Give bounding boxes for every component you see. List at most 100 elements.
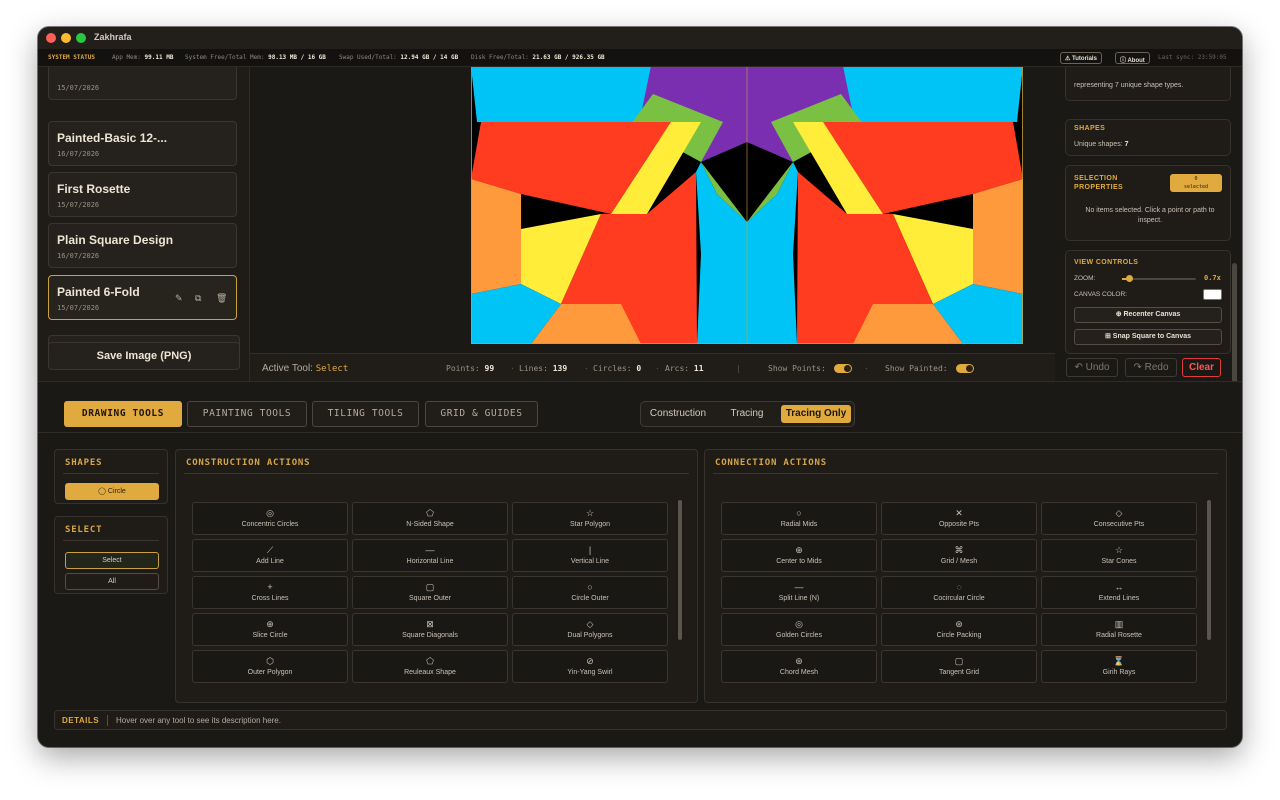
action-label: Star Cones <box>1101 558 1137 565</box>
construction-action-button[interactable]: ⬠ Reuleaux Shape <box>352 650 508 683</box>
tab-grid-guides[interactable]: GRID & GUIDES <box>425 401 538 427</box>
construction-action-button[interactable]: ▢ Square Outer <box>352 576 508 609</box>
action-icon: ⬠ <box>426 656 434 666</box>
action-label: Dual Polygons <box>567 632 613 639</box>
redo-button[interactable]: ↷ Redo <box>1125 358 1177 377</box>
trash-icon[interactable]: 🗑 <box>216 293 227 304</box>
close-window-button[interactable] <box>46 33 56 43</box>
summary-card: representing 7 unique shape types. <box>1065 67 1231 101</box>
action-icon: ☆ <box>585 508 595 518</box>
lines-count: Lines: 139 <box>519 364 568 373</box>
action-icon: ◇ <box>1115 508 1123 518</box>
separator: · <box>510 364 515 373</box>
action-label: Golden Circles <box>776 632 822 639</box>
action-label: Split Line (N) <box>778 595 820 602</box>
connection-action-button[interactable]: ⊛ Chord Mesh <box>721 650 877 683</box>
action-label: Girih Rays <box>1102 669 1136 676</box>
canvas-color-label: CANVAS COLOR: <box>1074 291 1127 298</box>
connection-action-button[interactable]: ◇ Consecutive Pts <box>1041 502 1197 535</box>
project-card[interactable]: Painted-Basic 12-... 16/07/2026 <box>48 121 237 166</box>
minimize-window-button[interactable] <box>61 33 71 43</box>
select-tool-button[interactable]: Select <box>65 552 159 569</box>
action-icon: ✕ <box>955 508 963 518</box>
connection-scrollbar[interactable] <box>1207 500 1211 640</box>
construction-action-button[interactable]: — Horizontal Line <box>352 539 508 572</box>
about-button[interactable]: ⓘ About <box>1115 52 1150 64</box>
construction-action-button[interactable]: + Cross Lines <box>192 576 348 609</box>
connection-action-button[interactable]: ✕ Opposite Pts <box>881 502 1037 535</box>
action-icon: ◌ <box>956 582 962 592</box>
construction-action-button[interactable]: ⊘ Yin-Yang Swirl <box>512 650 668 683</box>
connection-heading: CONNECTION ACTIONS <box>715 458 827 468</box>
undo-button[interactable]: ↶ Undo <box>1066 358 1118 377</box>
connection-action-button[interactable]: ▢ Tangent Grid <box>881 650 1037 683</box>
shapes-heading: SHAPES <box>1074 125 1106 132</box>
select-all-button[interactable]: All <box>65 573 159 590</box>
mode-construction[interactable]: Construction <box>644 405 712 423</box>
select-panel-heading: SELECT <box>65 525 103 535</box>
project-card[interactable]: First Rosette 15/07/2026 <box>48 172 237 217</box>
maximize-window-button[interactable] <box>76 33 86 43</box>
connection-action-button[interactable]: ↔ Extend Lines <box>1041 576 1197 609</box>
tab-drawing-tools[interactable]: DRAWING TOOLS <box>64 401 182 427</box>
construction-action-button[interactable]: ⬡ Outer Polygon <box>192 650 348 683</box>
action-icon: ◇ <box>586 619 594 629</box>
show-points-toggle[interactable] <box>834 364 852 373</box>
edit-icon[interactable]: ✎ <box>175 293 183 304</box>
divider <box>63 473 159 474</box>
zoom-slider-thumb[interactable] <box>1125 275 1133 282</box>
construction-action-button[interactable]: ☆ Star Polygon <box>512 502 668 535</box>
pattern-tile <box>471 179 521 294</box>
clear-button[interactable]: Clear <box>1182 358 1221 377</box>
connection-action-button[interactable]: ⊕ Center to Mids <box>721 539 877 572</box>
show-points-label: Show Points: <box>768 364 826 373</box>
circle-tool-button[interactable]: ◯ Circle <box>65 483 159 500</box>
construction-action-button[interactable]: ⊠ Square Diagonals <box>352 613 508 646</box>
connection-action-button[interactable]: ⌘ Grid / Mesh <box>881 539 1037 572</box>
save-image-button[interactable]: Save Image (PNG) <box>48 342 240 370</box>
construction-grid: ◎ Concentric Circles ⬠ N-Sided Shape ☆ Star P… <box>192 502 670 686</box>
construction-action-button[interactable]: ○ Circle Outer <box>512 576 668 609</box>
connection-action-button[interactable]: ◎ Golden Circles <box>721 613 877 646</box>
recenter-canvas-button[interactable]: ⊕ Recenter Canvas <box>1074 307 1222 323</box>
duplicate-icon[interactable]: ⧉ <box>195 293 201 304</box>
construction-action-button[interactable]: ◇ Dual Polygons <box>512 613 668 646</box>
action-label: Slice Circle <box>252 632 288 639</box>
project-name: First Rosette <box>57 182 131 196</box>
tutorials-button[interactable]: ⚠ Tutorials <box>1060 52 1102 64</box>
project-card[interactable]: 15/07/2026 <box>48 67 237 100</box>
mode-tracing[interactable]: Tracing <box>715 405 779 423</box>
swap-usage: Swap Used/Total: 12.94 GB / 14 GB <box>339 54 459 61</box>
construction-scrollbar[interactable] <box>678 500 682 640</box>
connection-action-button[interactable]: ⌛ Girih Rays <box>1041 650 1197 683</box>
action-icon: ⊘ <box>586 656 594 666</box>
mode-tracing-only[interactable]: Tracing Only <box>781 405 851 423</box>
connection-action-button[interactable]: ○ Radial Mids <box>721 502 877 535</box>
tool-panel: DRAWING TOOLS PAINTING TOOLS TILING TOOL… <box>38 381 1242 747</box>
construction-action-button[interactable]: ⬠ N-Sided Shape <box>352 502 508 535</box>
show-painted-toggle[interactable] <box>956 364 974 373</box>
pattern-tile <box>973 179 1023 294</box>
construction-action-button[interactable]: ◎ Concentric Circles <box>192 502 348 535</box>
tab-tiling-tools[interactable]: TILING TOOLS <box>312 401 419 427</box>
selection-heading: SELECTION <box>1074 175 1118 182</box>
connection-action-button[interactable]: ▥ Radial Rosette <box>1041 613 1197 646</box>
connection-action-button[interactable]: — Split Line (N) <box>721 576 877 609</box>
selected-count-badge: 0 selected <box>1170 174 1222 192</box>
construction-action-button[interactable]: ⟋ Add Line <box>192 539 348 572</box>
connection-action-button[interactable]: ☆ Star Cones <box>1041 539 1197 572</box>
connection-action-button[interactable]: ◌ Cocircular Circle <box>881 576 1037 609</box>
project-card[interactable]: Plain Square Design 16/07/2026 <box>48 223 237 268</box>
tab-painting-tools[interactable]: PAINTING TOOLS <box>187 401 307 427</box>
status-heading: SYSTEM STATUS <box>48 54 95 61</box>
drawing-canvas[interactable] <box>250 67 1055 353</box>
action-icon: ⟋ <box>266 545 274 555</box>
snap-square-button[interactable]: ⊞ Snap Square to Canvas <box>1074 329 1222 345</box>
project-card-active[interactable]: Painted 6-Fold 15/07/2026 ✎ ⧉ 🗑 <box>48 275 237 320</box>
connection-action-button[interactable]: ⊛ Circle Packing <box>881 613 1037 646</box>
zoom-slider[interactable] <box>1122 275 1196 282</box>
construction-action-button[interactable]: | Vertical Line <box>512 539 668 572</box>
pattern-artwork[interactable] <box>471 67 1023 344</box>
construction-action-button[interactable]: ⊕ Slice Circle <box>192 613 348 646</box>
canvas-color-swatch[interactable] <box>1203 289 1222 300</box>
